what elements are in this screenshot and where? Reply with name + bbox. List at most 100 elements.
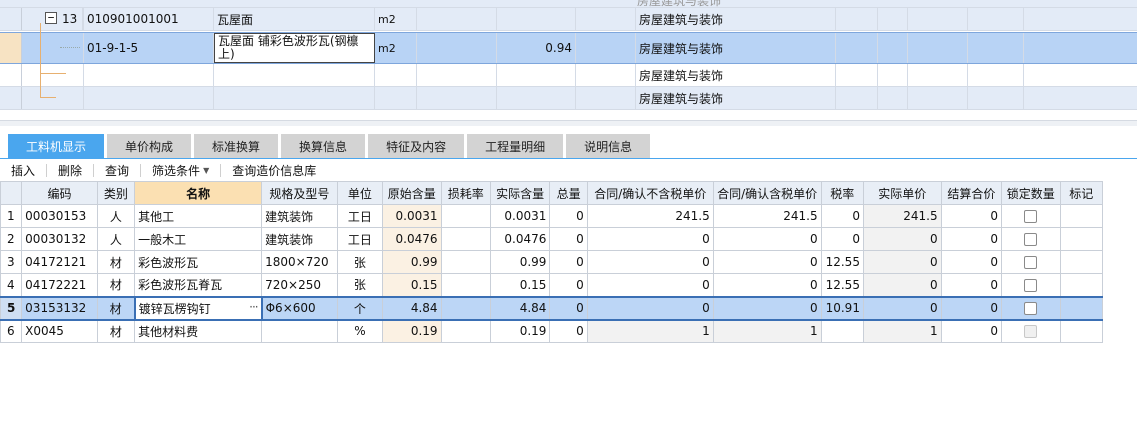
filter-dropdown[interactable]: 筛选条件 ▼ [141,164,222,178]
lock-qty-checkbox[interactable] [1024,302,1038,315]
tree-cell[interactable] [908,33,968,63]
col-header-settlement[interactable]: 结算合价 [940,181,1003,205]
tree-row-name[interactable] [214,87,375,109]
tree-row-qty[interactable] [497,87,576,109]
row-index[interactable]: 3 [0,250,23,274]
cell-actual-price[interactable]: 1 [862,319,942,343]
cell-type[interactable]: 材 [96,273,136,297]
cell-code[interactable]: 00030132 [21,227,98,251]
col-header-index[interactable] [0,181,23,205]
cell-name[interactable]: 彩色波形瓦 [134,250,263,274]
cell-lock-qty[interactable] [1001,273,1061,297]
cell-actual-qty[interactable]: 0.15 [489,273,551,297]
col-header-spec[interactable]: 规格及型号 [261,181,338,205]
cell-code[interactable]: 03153132 [21,295,98,321]
cell-original-qty[interactable]: 0.0031 [382,204,442,228]
cell-actual-qty[interactable]: 4.84 [489,295,551,321]
table-row[interactable]: 6 X0045 材 其他材料费 % 0.19 0.19 0 1 1 1 0 [0,319,1104,343]
tree-cell[interactable] [836,8,878,30]
table-row[interactable]: 4 04172221 材 彩色波形瓦脊瓦 720×250 张 0.15 0.15… [0,273,1104,297]
cell-tax-rate[interactable] [820,319,864,343]
tree-cell[interactable] [968,33,1024,63]
cell-price-incl-tax[interactable]: 0 [712,250,822,274]
cell-original-qty[interactable]: 0.0476 [382,227,442,251]
cell-original-qty[interactable]: 0.15 [382,273,442,297]
cell-price-incl-tax[interactable]: 0 [712,227,822,251]
tree-row[interactable]: − 13 010901001001 瓦屋面 m2 房屋建筑与装饰 [0,8,1137,31]
tab-standard-conversion[interactable]: 标准换算 [194,134,279,158]
price-info-query-button[interactable]: 查询造价信息库 [221,164,327,178]
col-header-actual-price[interactable]: 实际单价 [862,181,942,205]
row-index[interactable]: 4 [0,273,23,297]
insert-button[interactable]: 插入 [0,164,48,178]
col-header-code[interactable]: 编码 [21,181,98,205]
lock-qty-checkbox[interactable] [1024,278,1038,292]
tree-cell[interactable] [968,64,1024,86]
query-button[interactable]: 查询 [94,164,142,178]
tree-cell[interactable] [576,87,636,109]
col-header-tax-rate[interactable]: 税率 [820,181,864,205]
cell-total[interactable]: 0 [549,319,588,343]
cell-lock-qty[interactable] [1001,319,1061,343]
tree-cell[interactable] [968,87,1024,109]
tree-cell[interactable] [878,64,908,86]
col-header-type[interactable]: 类别 [96,181,136,205]
lock-qty-checkbox[interactable] [1024,233,1038,246]
cell-actual-price[interactable]: 241.5 [862,204,942,228]
cell-unit[interactable]: 工日 [336,204,384,228]
cell-name-editing[interactable]: 镀锌瓦楞钩钉 ··· [133,295,263,321]
cell-name[interactable]: 彩色波形瓦脊瓦 [134,273,263,297]
tree-cell[interactable] [417,8,497,30]
tree-row-unit[interactable] [375,64,417,86]
cell-loss-rate[interactable] [440,319,491,343]
col-header-loss-rate[interactable]: 损耗率 [440,181,491,205]
cell-original-qty[interactable]: 0.99 [382,250,442,274]
tree-cell[interactable] [878,33,908,63]
tab-labor-material-machine[interactable]: 工料机显示 [8,134,105,158]
cell-code[interactable]: 00030153 [21,204,98,228]
table-row[interactable]: 1 00030153 人 其他工 建筑装饰 工日 0.0031 0.0031 0… [0,204,1104,228]
tree-cell[interactable] [878,8,908,30]
cell-mark[interactable] [1059,227,1104,251]
cell-unit[interactable]: 工日 [336,227,384,251]
row-index[interactable]: 6 [0,319,23,343]
tree-cell[interactable] [968,8,1024,30]
cell-lock-qty[interactable] [1001,204,1061,228]
cell-total[interactable]: 0 [549,273,588,297]
tree-row-qty[interactable] [497,64,576,86]
cell-settlement[interactable]: 0 [940,204,1003,228]
row-header[interactable] [0,33,22,63]
cell-unit[interactable]: 张 [336,273,384,297]
row-header[interactable] [0,64,22,86]
col-header-actual-qty[interactable]: 实际含量 [489,181,551,205]
cell-mark[interactable] [1059,250,1104,274]
cell-price-incl-tax[interactable]: 0 [712,273,822,297]
cell-price-excl-tax[interactable]: 0 [586,250,714,274]
tree-row-qty[interactable] [497,8,576,30]
col-header-original-qty[interactable]: 原始含量 [382,181,442,205]
cell-lock-qty[interactable] [1001,295,1061,321]
col-header-unit[interactable]: 单位 [336,181,384,205]
cell-price-excl-tax[interactable]: 1 [586,319,714,343]
cell-settlement[interactable]: 0 [940,319,1003,343]
cell-actual-qty[interactable]: 0.0031 [489,204,551,228]
cell-price-excl-tax[interactable]: 0 [586,295,714,321]
cell-original-qty[interactable]: 0.19 [382,319,442,343]
tree-cell[interactable] [576,33,636,63]
cell-total[interactable]: 0 [549,295,588,321]
tab-unit-price-composition[interactable]: 单价构成 [107,134,192,158]
tree-row-unit[interactable]: m2 [375,33,417,63]
row-index[interactable]: 5 [0,295,23,321]
more-options-icon[interactable]: ··· [249,300,259,314]
col-header-lock-qty[interactable]: 锁定数量 [1001,181,1061,205]
tree-row[interactable]: 房屋建筑与装饰 [0,74,1137,110]
cell-unit[interactable]: % [336,319,384,343]
cell-mark[interactable] [1059,204,1104,228]
cell-type[interactable]: 人 [96,204,136,228]
cell-total[interactable]: 0 [549,204,588,228]
tree-cell[interactable] [836,87,878,109]
cell-price-incl-tax[interactable]: 0 [712,295,822,321]
table-row[interactable]: 2 00030132 人 一般木工 建筑装饰 工日 0.0476 0.0476 … [0,227,1104,251]
cell-unit[interactable]: 个 [336,295,384,321]
cell-total[interactable]: 0 [549,227,588,251]
